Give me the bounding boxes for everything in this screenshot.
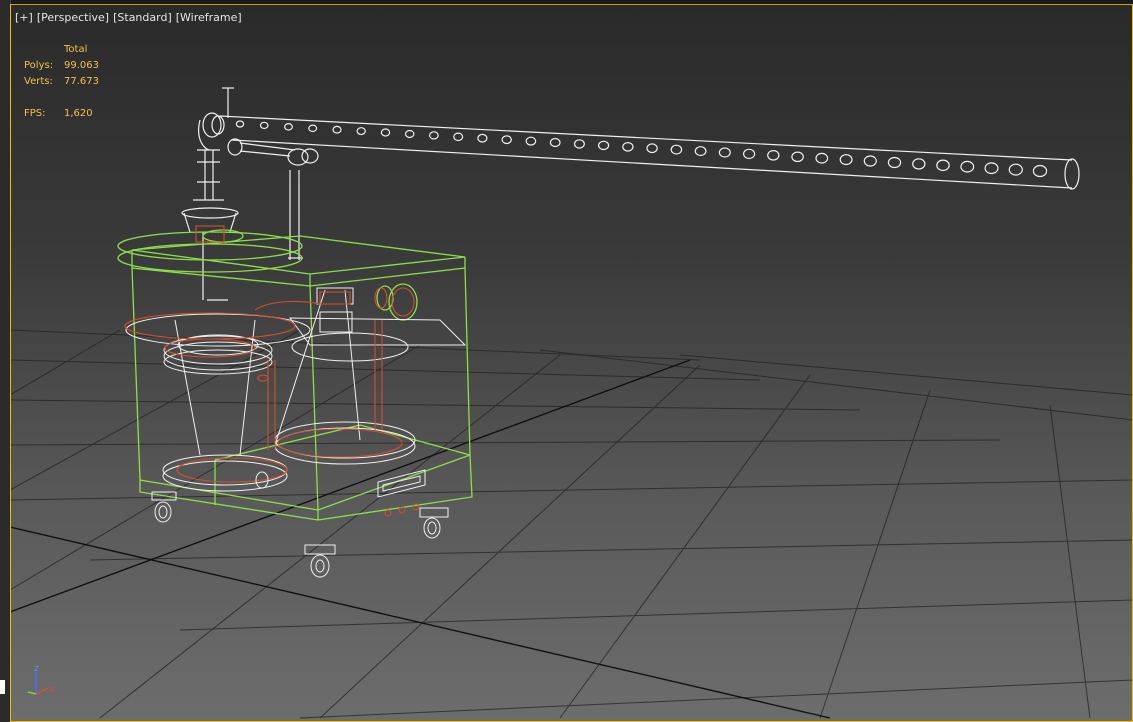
tube-ring <box>477 133 488 143</box>
tube-ring <box>936 159 950 172</box>
tube-ring <box>573 139 585 149</box>
viewport-display-mode-menu[interactable]: [Wireframe] <box>176 11 242 24</box>
axis-x-label: x <box>49 685 55 695</box>
tube-ring <box>718 147 731 158</box>
tube-ring <box>332 125 342 134</box>
verts-value: 77.673 <box>64 76 99 87</box>
tube-ring <box>694 146 707 157</box>
tube-ring <box>767 150 780 161</box>
tube-ring <box>815 152 829 164</box>
tube-ring <box>308 124 318 133</box>
fps-value: 1,620 <box>64 108 93 119</box>
tube-ring <box>259 121 269 130</box>
polys-value: 99.063 <box>64 60 99 71</box>
tube-ring <box>984 162 999 175</box>
viewport-point-of-view-menu[interactable]: [Perspective] <box>37 11 109 24</box>
axis-z-label: z <box>34 664 39 674</box>
tube-ring <box>501 135 512 145</box>
tube-ring <box>549 137 561 148</box>
app-window: z x [+] [Perspective] [Standard] [Wirefr… <box>0 0 1133 722</box>
tube-ring <box>1032 164 1048 178</box>
tube-ring <box>404 129 415 139</box>
caster-wheels <box>151 471 449 578</box>
perspective-viewport[interactable]: z x [+] [Perspective] [Standard] [Wirefr… <box>10 4 1133 722</box>
tube-ring <box>887 156 902 169</box>
stats-total-header: Total <box>64 44 88 55</box>
ground-axis-lines <box>10 359 831 719</box>
wheel-front-middle <box>304 544 336 578</box>
tube-ring <box>429 131 439 140</box>
statistics-overlay: Total Polys: 99.063 Verts: 77.673 FPS: 1,62… <box>24 42 124 122</box>
tube-ring <box>742 148 756 160</box>
tube-ring <box>380 128 391 137</box>
top-rail-tube <box>219 115 1080 190</box>
cart-internals <box>125 287 467 498</box>
tube-ring <box>960 160 975 173</box>
tube-ring <box>453 132 464 142</box>
tube-ring <box>791 151 804 163</box>
tube-ring <box>525 136 537 146</box>
tube-ring <box>235 120 245 128</box>
tube-ring <box>646 143 658 154</box>
fps-label: FPS: <box>24 108 46 119</box>
tube-ring <box>284 123 293 131</box>
viewport-label-menu[interactable]: [+] [Perspective] [Standard] [Wireframe] <box>15 11 242 24</box>
tube-ring <box>839 154 853 166</box>
verts-label: Verts: <box>24 76 53 87</box>
tube-ring <box>912 158 926 170</box>
axis-gizmo: z x <box>27 664 55 695</box>
left-marker <box>0 680 5 694</box>
tube-ring <box>863 155 877 167</box>
viewport-shading-standard-menu[interactable]: [Standard] <box>113 11 172 24</box>
viewport-plus-menu[interactable]: [+] <box>15 11 33 24</box>
tube-ring <box>622 142 634 152</box>
tube-ring <box>356 127 366 136</box>
scene-wireframe[interactable]: z x <box>10 4 1133 722</box>
wheel-back-right <box>419 507 449 539</box>
polys-label: Polys: <box>24 60 54 71</box>
tube-ring <box>1008 163 1023 176</box>
tube-ring <box>597 140 610 151</box>
tube-ring <box>670 144 683 155</box>
ground-grid <box>10 329 1133 719</box>
tube-rings <box>235 120 1048 178</box>
